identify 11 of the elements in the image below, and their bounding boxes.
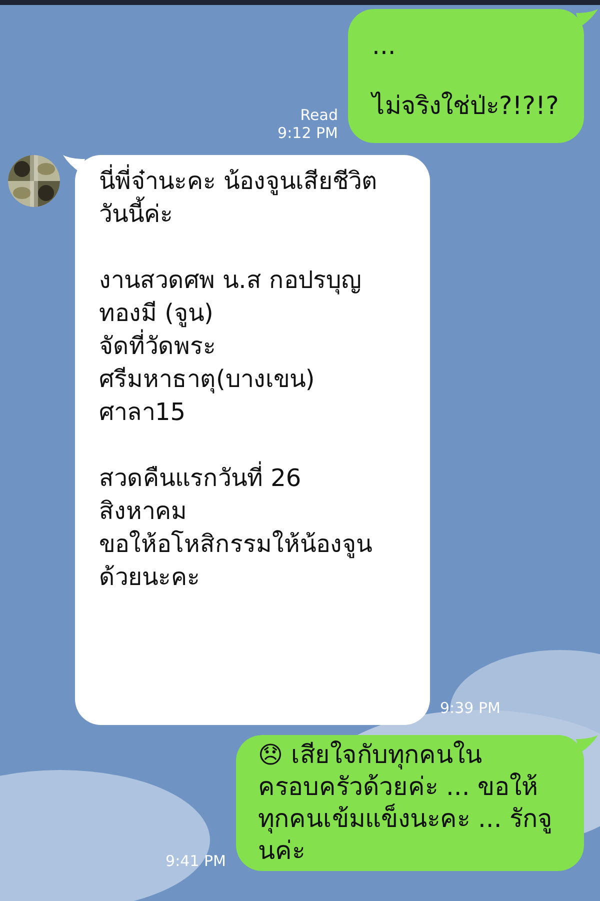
message-line: ทุกคนเข้มแข็งนะคะ ... รักจู [258, 803, 553, 835]
message-line: นค่ะ [258, 835, 305, 867]
message-time: 9:39 PM [440, 698, 500, 718]
message-time: 9:41 PM [166, 852, 226, 871]
message-text: ... ไม่จริงใช่ป่ะ?!?!? [372, 31, 560, 121]
message-line: ครอบครัวด้วยค่ะ ... ขอให้ [258, 771, 538, 803]
message-time: 9:12 PM [278, 124, 338, 143]
message-line: เสียใจกับทุกคนใน [291, 739, 482, 771]
read-receipt: Read [300, 106, 338, 124]
message-text: นี่พี่จ๋านะคะ น้องจูนเสียชีวิต วันนี้ค่ะ งานสวดศพ น.ส กอปรบุญ ทองมี (จูน) จัดที่วัดพระ ศรีมหาธาตุ(บางเขน) ศาลา15 สวดคืนแรกวันที่ 26 สิงหาคม ขอให้อโหสิกรรมให้น้องจูน ด้วยนะคะ [99, 165, 414, 594]
sad-face-emoji: 😞 [258, 743, 284, 767]
